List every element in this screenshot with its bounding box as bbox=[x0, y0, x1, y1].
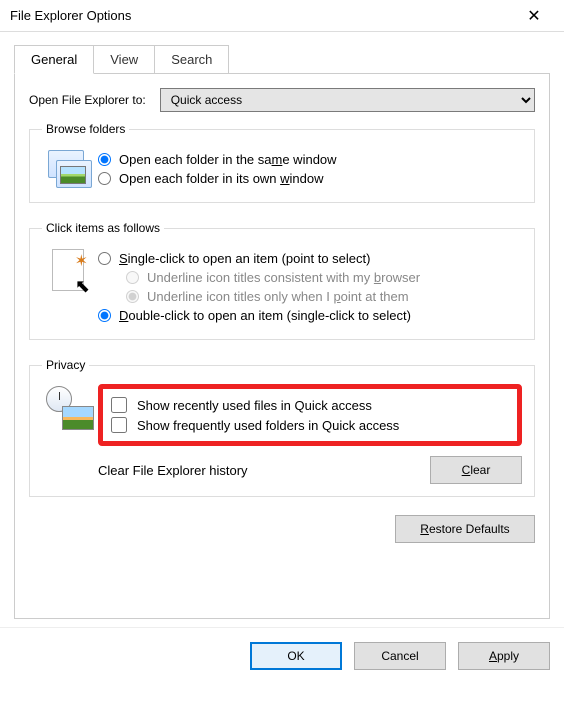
window-title: File Explorer Options bbox=[10, 8, 514, 23]
ok-button[interactable]: OK bbox=[250, 642, 342, 670]
tab-strip: General View Search bbox=[14, 45, 550, 74]
close-icon[interactable]: ✕ bbox=[514, 6, 554, 26]
radio-underline-point: Underline icon titles only when I point … bbox=[126, 289, 522, 304]
browse-folders-icon bbox=[42, 148, 98, 190]
click-items-legend: Click items as follows bbox=[42, 221, 164, 235]
tab-view[interactable]: View bbox=[94, 45, 155, 74]
checkbox-show-recent-files[interactable]: Show recently used files in Quick access bbox=[111, 397, 509, 413]
radio-single-click[interactable]: Single-click to open an item (point to s… bbox=[98, 251, 522, 266]
cancel-button[interactable]: Cancel bbox=[354, 642, 446, 670]
clear-history-label: Clear File Explorer history bbox=[98, 463, 430, 478]
open-file-explorer-to-combo[interactable]: Quick access bbox=[160, 88, 535, 112]
browse-folders-group: Browse folders Open each folder in the s… bbox=[29, 122, 535, 203]
privacy-icon bbox=[42, 384, 98, 430]
checkbox-show-frequent-folders[interactable]: Show frequently used folders in Quick ac… bbox=[111, 417, 509, 433]
radio-underline-browser: Underline icon titles consistent with my… bbox=[126, 270, 522, 285]
privacy-group: Privacy Show recently used files in Quic… bbox=[29, 358, 535, 497]
radio-same-window[interactable]: Open each folder in the same window bbox=[98, 152, 522, 167]
click-items-group: Click items as follows ✶ ⬉ Single-click … bbox=[29, 221, 535, 340]
tab-general[interactable]: General bbox=[14, 45, 94, 74]
title-bar: File Explorer Options ✕ bbox=[0, 0, 564, 32]
tab-search[interactable]: Search bbox=[155, 45, 229, 74]
apply-button[interactable]: Apply bbox=[458, 642, 550, 670]
radio-own-window[interactable]: Open each folder in its own window bbox=[98, 171, 522, 186]
browse-folders-legend: Browse folders bbox=[42, 122, 129, 136]
open-file-explorer-to-row: Open File Explorer to: Quick access bbox=[29, 88, 535, 112]
radio-double-click[interactable]: Double-click to open an item (single-cli… bbox=[98, 308, 522, 323]
privacy-legend: Privacy bbox=[42, 358, 89, 372]
open-file-explorer-to-label: Open File Explorer to: bbox=[29, 93, 146, 107]
privacy-highlight-box: Show recently used files in Quick access… bbox=[98, 384, 522, 446]
click-items-icon: ✶ ⬉ bbox=[42, 247, 98, 297]
dialog-footer: OK Cancel Apply bbox=[0, 627, 564, 684]
clear-button[interactable]: Clear bbox=[430, 456, 522, 484]
tab-panel-general: Open File Explorer to: Quick access Brow… bbox=[14, 73, 550, 619]
restore-defaults-button[interactable]: Restore Defaults bbox=[395, 515, 535, 543]
